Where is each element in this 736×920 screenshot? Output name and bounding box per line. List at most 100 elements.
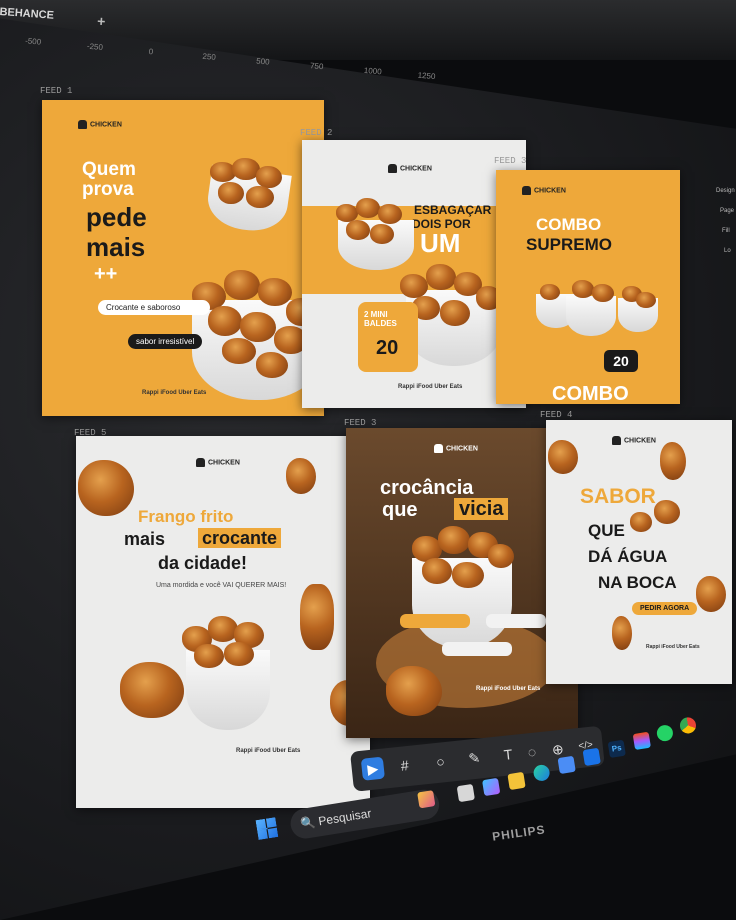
copilot-icon[interactable] <box>482 777 501 797</box>
headline-line2b: vicia <box>454 498 509 520</box>
delivery-logos: Rappi iFood Uber Eats <box>398 384 463 390</box>
chicken-piece <box>258 278 292 306</box>
headline-line3: pede <box>86 202 147 232</box>
chicken-piece <box>346 220 370 240</box>
brand-logo: CHICKEN <box>522 186 566 195</box>
chicken-piece <box>548 440 578 474</box>
outlook-icon[interactable] <box>582 747 601 767</box>
chicken-piece <box>256 352 288 378</box>
headline-line2b: crocante <box>198 528 282 548</box>
brand-logo: CHICKEN <box>388 164 432 173</box>
frame-feed-3-dark[interactable]: CHICKEN crocância que vicia Rappi iFood … <box>346 428 578 738</box>
chicken-piece <box>572 280 594 298</box>
frame-label[interactable]: FEED 2 <box>300 128 332 138</box>
design-panel: Design Page Fill Lo <box>712 168 736 268</box>
ruler-tick: 250 <box>202 51 217 62</box>
windows-start-icon[interactable] <box>255 817 278 840</box>
chicken-piece <box>218 182 244 204</box>
chicken-piece <box>120 662 184 718</box>
chicken-piece <box>438 526 470 554</box>
headline-line3: UM <box>420 228 461 258</box>
frame-feed-4[interactable]: CHICKEN SABOR QUE DÁ ÁGUA NA BOCA PEDIR … <box>546 420 732 684</box>
brand-logo: CHICKEN <box>434 444 478 453</box>
headline-line3: DÁ ÁGUA <box>588 547 668 566</box>
chicken-piece <box>208 306 242 336</box>
ruler-tick: -250 <box>86 41 104 53</box>
chicken-piece <box>452 562 484 588</box>
edge-browser-icon[interactable] <box>532 763 551 783</box>
offer-title: 2 MINI BALDES <box>364 310 397 328</box>
chicken-piece <box>386 666 442 716</box>
headline-line4: mais <box>86 232 146 262</box>
chicken-piece <box>246 186 274 208</box>
chicken-logo-icon <box>612 436 621 445</box>
headline-line1: crocância <box>380 477 474 499</box>
frame-feed-5[interactable]: CHICKEN Frango frito mais crocante da ci… <box>76 436 370 808</box>
chicken-piece <box>400 274 428 298</box>
frame-label[interactable]: FEED 3 <box>494 156 526 166</box>
bottom-headline: COMBO <box>552 383 629 404</box>
chicken-piece <box>378 204 402 224</box>
offer-price: 20 <box>376 337 399 359</box>
chicken-logo-icon <box>434 444 443 453</box>
chicken-piece <box>224 642 254 666</box>
tagline-pill: sabor irresistível <box>128 334 203 349</box>
chicken-logo-icon <box>196 458 205 467</box>
delivery-logos: Rappi iFood Uber Eats <box>236 748 301 754</box>
plus-signs: ++ <box>94 263 118 285</box>
store-icon[interactable] <box>557 755 576 775</box>
figma-icon[interactable] <box>632 731 651 751</box>
brand-logo: CHICKEN <box>196 458 240 467</box>
panel-lo[interactable]: Lo <box>724 248 731 254</box>
ruler-tick: 1000 <box>363 65 382 77</box>
headline-line1: Frango frito <box>138 507 234 526</box>
chicken-piece <box>660 442 686 480</box>
task-view-icon[interactable] <box>456 783 475 803</box>
chicken-piece <box>654 500 680 524</box>
panel-tab-design[interactable]: Design <box>716 188 735 194</box>
headline-line1: ESBAGAÇAR <box>414 203 492 217</box>
ruler-tick: 750 <box>309 61 324 72</box>
photoshop-icon[interactable]: Ps <box>607 739 626 759</box>
chicken-piece <box>422 558 452 584</box>
app-tab-title[interactable]: BEHANCE <box>0 6 54 22</box>
chicken-piece <box>440 300 470 326</box>
chicken-piece <box>630 512 652 532</box>
panel-fill[interactable]: Fill <box>722 228 730 234</box>
chicken-piece <box>256 166 282 188</box>
order-now-button: PEDIR AGORA <box>632 602 698 615</box>
new-tab-button[interactable]: + <box>97 13 106 30</box>
panel-tab-page[interactable]: Page <box>720 208 734 214</box>
chicken-piece <box>488 544 514 568</box>
offer-badge: 2 MINI BALDES 20 <box>358 302 418 372</box>
chicken-piece <box>636 292 656 308</box>
chicken-piece <box>194 644 224 668</box>
frame-label[interactable]: FEED 3 <box>344 418 376 428</box>
file-explorer-icon[interactable] <box>507 771 526 791</box>
search-icon: 🔍 <box>299 814 317 832</box>
chicken-logo-icon <box>522 186 531 195</box>
frame-feed-2[interactable]: CHICKEN ESBAGAÇAR DOIS POR UM 2 MINI BAL… <box>302 140 526 408</box>
headline-line1: COMBO <box>536 215 602 234</box>
chicken-piece <box>592 284 614 302</box>
headline-line2: prova <box>82 179 134 200</box>
delivery-logos: Rappi iFood Uber Eats <box>142 390 207 396</box>
headline-line4: NA BOCA <box>598 573 677 592</box>
headline-line2a: que <box>382 499 418 521</box>
feature-pill: Crocante e saboroso <box>98 300 210 315</box>
widgets-icon[interactable] <box>417 790 436 809</box>
ruler-tick: 1250 <box>417 70 436 82</box>
frame-feed-3-combo[interactable]: CHICKEN COMBO SUPREMO 20 COMBO <box>496 170 680 404</box>
headline-line1: SABOR <box>580 485 656 508</box>
brand-logo: CHICKEN <box>612 436 656 445</box>
chicken-piece <box>696 576 726 612</box>
headline-line3: da cidade! <box>158 553 248 573</box>
chicken-bowl <box>566 296 616 336</box>
chicken-piece <box>286 458 316 494</box>
search-placeholder: Pesquisar <box>317 806 373 829</box>
frame-feed-1[interactable]: CHICKEN Quem prova pede mais ++ Crocante… <box>42 100 324 416</box>
chicken-piece <box>300 584 334 650</box>
frame-label[interactable]: FEED 1 <box>40 86 72 96</box>
frame-label[interactable]: FEED 4 <box>540 410 572 420</box>
chicken-piece <box>426 264 456 290</box>
